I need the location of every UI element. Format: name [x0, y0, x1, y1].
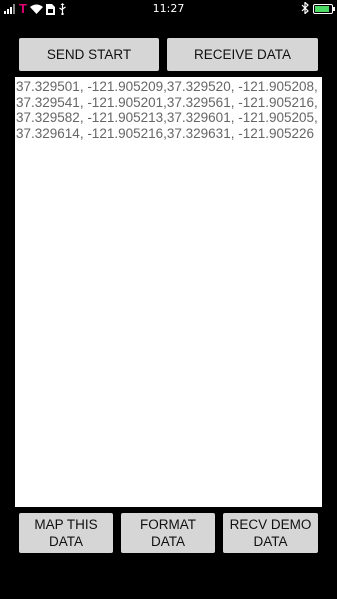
battery-level: [315, 6, 329, 12]
send-start-button[interactable]: SEND START: [19, 38, 159, 71]
data-text-area[interactable]: 37.329501, -121.905209,37.329520, -121.9…: [15, 77, 322, 507]
receive-data-button[interactable]: RECEIVE DATA: [167, 38, 318, 71]
battery-icon: [313, 4, 335, 14]
bluetooth-icon: [301, 0, 309, 17]
format-data-button[interactable]: FORMAT DATA: [121, 513, 215, 553]
recv-demo-data-button[interactable]: RECV DEMO DATA: [223, 513, 318, 553]
status-bar: T 11:27: [0, 0, 337, 18]
status-right-icons: [301, 0, 335, 17]
map-this-data-button[interactable]: MAP THIS DATA: [19, 513, 113, 553]
status-time: 11:27: [152, 2, 185, 15]
